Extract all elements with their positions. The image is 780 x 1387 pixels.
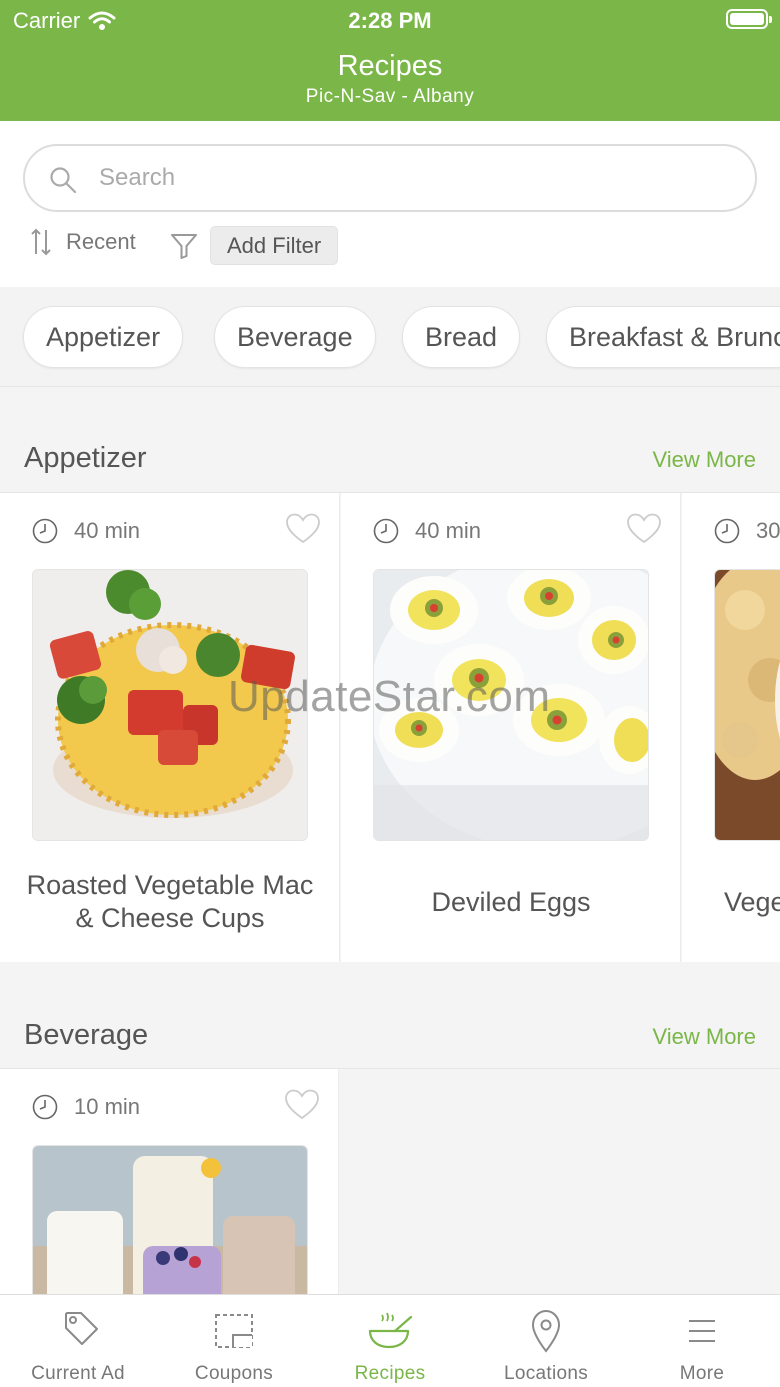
status-bar: Carrier 2:28 PM bbox=[0, 0, 780, 40]
tab-current-ad[interactable]: Current Ad bbox=[0, 1295, 156, 1387]
clock-icon bbox=[32, 1094, 58, 1120]
recipe-card[interactable]: 10 min bbox=[0, 1069, 339, 1294]
section-header-appetizer: Appetizer View More bbox=[0, 442, 780, 492]
location-pin-icon bbox=[531, 1309, 561, 1353]
sort-icon bbox=[31, 228, 51, 256]
recipe-card[interactable]: 30 min Vegetable bbox=[682, 493, 780, 962]
tab-coupons[interactable]: Coupons bbox=[156, 1295, 312, 1387]
heart-icon[interactable] bbox=[285, 513, 321, 545]
recipe-image bbox=[714, 569, 780, 841]
tab-recipes[interactable]: Recipes bbox=[312, 1295, 468, 1387]
battery-icon bbox=[726, 9, 772, 29]
clock-icon bbox=[373, 518, 399, 544]
tag-icon bbox=[65, 1312, 98, 1345]
chip-bread[interactable]: Bread bbox=[402, 306, 521, 368]
section-title: Appetizer bbox=[24, 442, 147, 474]
store-name[interactable]: Pic-N-Sav - Albany bbox=[0, 86, 780, 108]
chip-appetizer[interactable]: Appetizer bbox=[23, 306, 184, 368]
cook-time-label: 40 min bbox=[74, 518, 141, 543]
clock-icon bbox=[32, 518, 58, 544]
filter-icon[interactable] bbox=[170, 233, 198, 259]
cook-time: 40 min bbox=[373, 518, 481, 544]
chip-beverage[interactable]: Beverage bbox=[214, 306, 376, 368]
search-icon bbox=[50, 167, 77, 194]
cook-time: 30 min bbox=[714, 518, 780, 544]
page-title: Recipes bbox=[337, 50, 443, 82]
coupon-icon bbox=[215, 1314, 253, 1348]
recipe-image bbox=[32, 1145, 308, 1294]
tab-label: Recipes bbox=[354, 1363, 426, 1384]
tab-more[interactable]: More bbox=[624, 1295, 780, 1387]
cook-time-label: 40 min bbox=[415, 518, 482, 543]
tab-label: More bbox=[679, 1363, 725, 1384]
tab-label: Coupons bbox=[194, 1363, 274, 1384]
add-filter-button[interactable]: Add Filter bbox=[210, 226, 339, 265]
recipe-title: Vegetable bbox=[724, 887, 780, 917]
recipe-title: Deviled Eggs bbox=[431, 887, 591, 917]
recipe-card[interactable]: 40 min Roasted Vegetable Mac & Cheese Cu… bbox=[0, 493, 340, 962]
bottom-tab-bar: Current Ad Coupons Recipes Locations Mor… bbox=[0, 1294, 780, 1387]
search-box[interactable] bbox=[23, 144, 757, 212]
chip-breakfast-brunch[interactable]: Breakfast & Brunch bbox=[546, 306, 780, 368]
heart-icon[interactable] bbox=[626, 513, 662, 545]
recipe-bowl-icon bbox=[368, 1312, 413, 1349]
cook-time: 40 min bbox=[32, 518, 140, 544]
cook-time: 10 min bbox=[32, 1094, 140, 1120]
section-header-beverage: Beverage View More bbox=[0, 1019, 780, 1069]
menu-icon bbox=[689, 1320, 715, 1342]
view-more-link[interactable]: View More bbox=[652, 447, 756, 473]
tab-label: Locations bbox=[503, 1363, 589, 1384]
clock-icon bbox=[714, 518, 740, 544]
search-panel: Recent Add Filter bbox=[0, 121, 780, 287]
watermark: UpdateStar.com bbox=[228, 672, 551, 721]
view-more-link[interactable]: View More bbox=[652, 1024, 756, 1050]
section-title: Beverage bbox=[24, 1019, 149, 1051]
status-time: 2:28 PM bbox=[348, 8, 432, 33]
heart-icon[interactable] bbox=[284, 1089, 320, 1121]
tab-locations[interactable]: Locations bbox=[468, 1295, 624, 1387]
cook-time-label: 30 min bbox=[756, 518, 780, 543]
tab-label: Current Ad bbox=[31, 1363, 125, 1384]
category-chip-bar: Appetizer Beverage Bread Breakfast & Bru… bbox=[0, 287, 780, 387]
sort-label: Recent bbox=[66, 229, 136, 254]
app-header: Carrier 2:28 PM Recipes Pic-N-Sav - Alba… bbox=[0, 0, 780, 121]
search-input[interactable] bbox=[99, 158, 719, 198]
recipe-title: Roasted Vegetable Mac & Cheese Cups bbox=[26, 870, 314, 933]
cook-time-label: 10 min bbox=[74, 1094, 141, 1119]
sort-button[interactable]: Recent bbox=[30, 227, 136, 257]
appetizer-cards-row: 40 min Roasted Vegetable Mac & Cheese Cu… bbox=[0, 492, 780, 962]
beverage-cards-row: 10 min bbox=[0, 1068, 780, 1294]
recipe-card[interactable]: 40 min Deviled Eggs bbox=[341, 493, 681, 962]
